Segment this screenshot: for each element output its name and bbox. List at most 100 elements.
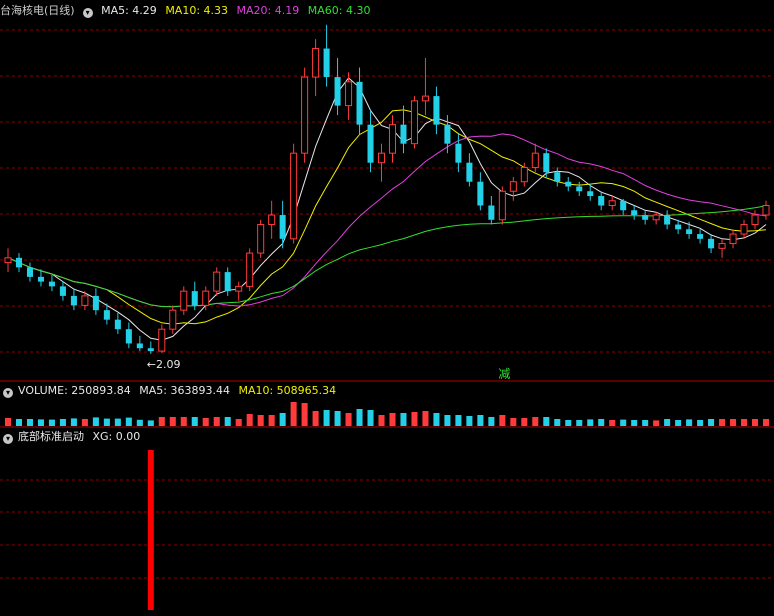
candle-body xyxy=(15,257,23,268)
candle-body xyxy=(740,224,748,235)
candle-body xyxy=(531,152,539,168)
candle-body xyxy=(158,328,166,352)
volume-bars xyxy=(4,402,770,426)
candle-body xyxy=(268,214,276,226)
volume-bar xyxy=(26,419,33,426)
volume-bar xyxy=(609,420,616,426)
candle-body xyxy=(345,81,353,107)
volume-bar xyxy=(675,420,682,426)
candle-body xyxy=(70,295,77,306)
volume-bar xyxy=(37,419,44,426)
candle-body xyxy=(180,290,188,311)
main-panel-header: 台海核电(日线) ▾ MA5: 4.29 MA10: 4.33 MA20: 4.1… xyxy=(0,3,375,19)
indicator-bars xyxy=(147,450,154,610)
chevron-down-icon[interactable]: ▾ xyxy=(82,8,93,18)
ma20-value: MA20: 4.19 xyxy=(236,4,300,17)
volume-bar xyxy=(686,419,693,426)
candle-body xyxy=(642,215,649,220)
candle-body xyxy=(388,124,397,154)
candle-body xyxy=(444,124,451,144)
candle-body xyxy=(421,95,429,102)
volume-bar xyxy=(70,418,77,426)
candle-body xyxy=(92,295,99,311)
volume-bar xyxy=(180,417,187,426)
candle-body xyxy=(433,96,440,125)
volume-bar xyxy=(279,413,286,426)
volume-bar xyxy=(235,419,242,426)
volume-bar xyxy=(114,418,121,426)
candle-body xyxy=(136,343,143,349)
volume-bar xyxy=(730,419,737,426)
volume-bar xyxy=(92,417,99,426)
volume-bar xyxy=(81,419,88,426)
candle-body xyxy=(323,48,330,78)
chevron-down-icon[interactable]: ▾ xyxy=(3,434,13,444)
candle-body xyxy=(400,124,407,144)
candle-body xyxy=(543,153,550,173)
candle-body xyxy=(367,124,374,163)
ma5-value: MA5: 4.29 xyxy=(101,4,157,17)
volume-bar xyxy=(653,420,660,426)
low-price-annotation: ←2.09 xyxy=(147,358,181,371)
volume-bar xyxy=(378,415,385,426)
volume-bar xyxy=(664,419,671,426)
volume-bar xyxy=(224,417,231,426)
stock-chart[interactable]: ←2.09 减 xyxy=(0,0,774,616)
ma5-line xyxy=(7,77,767,341)
candle-body xyxy=(466,162,473,182)
volume-bar xyxy=(191,417,198,426)
ma60-line xyxy=(7,205,767,308)
volume-bar xyxy=(719,419,726,426)
candle-body xyxy=(4,257,12,264)
volume-bar xyxy=(488,417,495,426)
candle-body xyxy=(598,196,605,206)
volume-bar xyxy=(620,419,627,426)
candle-body xyxy=(246,252,254,287)
candle-body xyxy=(488,205,495,220)
volume-bar xyxy=(466,416,473,426)
volume-bar xyxy=(455,415,462,426)
chevron-down-icon[interactable]: ▾ xyxy=(3,388,13,398)
candle-body xyxy=(224,272,231,292)
volume-bar xyxy=(202,418,209,426)
volume-ma5-value: MA5: 363893.44 xyxy=(139,384,230,397)
volume-bar xyxy=(103,418,110,426)
volume-bar xyxy=(499,415,506,426)
ma20-line xyxy=(7,133,767,308)
candle-body xyxy=(114,319,121,330)
volume-panel-header: ▾ VOLUME: 250893.84 MA5: 363893.44 MA10: … xyxy=(0,383,341,399)
volume-bar xyxy=(268,415,275,426)
candle-body xyxy=(213,271,221,292)
volume-bar xyxy=(169,417,176,426)
chart-grid xyxy=(0,29,774,579)
volume-bar xyxy=(312,411,319,426)
volume-bar xyxy=(422,411,429,426)
candle-body xyxy=(477,181,484,206)
volume-bar xyxy=(213,417,220,426)
candle-body xyxy=(565,181,572,187)
volume-bar xyxy=(411,412,418,426)
xg-value: XG: 0.00 xyxy=(92,430,141,443)
volume-ma10-value: MA10: 508965.34 xyxy=(238,384,337,397)
volume-bar xyxy=(433,413,440,426)
volume-bar xyxy=(125,417,132,426)
volume-bar xyxy=(576,420,583,426)
candle-body xyxy=(279,215,286,239)
volume-bar xyxy=(59,419,66,426)
volume-bar xyxy=(477,415,484,426)
candle-body xyxy=(554,172,561,182)
candle-body xyxy=(356,81,363,125)
candle-body xyxy=(334,77,341,106)
candle-body xyxy=(312,48,320,78)
volume-bar xyxy=(708,419,715,426)
candle-body xyxy=(257,224,265,254)
candle-body xyxy=(686,229,693,235)
volume-bar xyxy=(158,417,165,426)
volume-bar xyxy=(510,418,517,426)
candle-body xyxy=(718,243,726,249)
candle-body xyxy=(290,152,298,240)
volume-bar xyxy=(554,419,561,426)
xg-signal-bar xyxy=(147,450,154,610)
volume-bar xyxy=(147,420,154,426)
candle-body xyxy=(26,267,33,277)
